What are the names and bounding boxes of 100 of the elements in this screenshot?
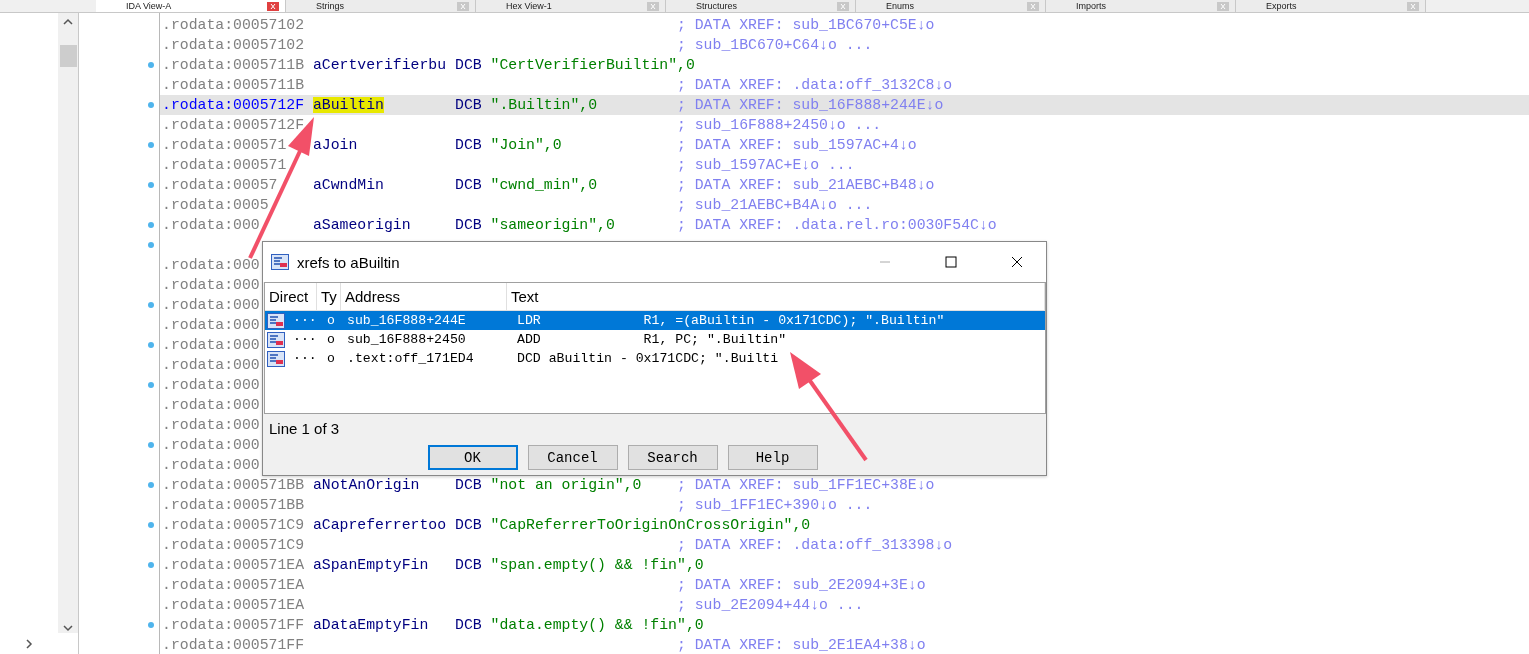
chevron-up-icon[interactable] — [62, 17, 74, 27]
address: .rodata:000 — [162, 377, 260, 393]
address: .rodata:000571FF — [162, 617, 305, 633]
instruction: DCB "not an origin",0 — [455, 476, 643, 495]
dialog-button[interactable]: Cancel — [527, 445, 618, 470]
list-icon — [267, 350, 285, 367]
scrollbar-thumb[interactable] — [59, 45, 77, 67]
chevron-right-icon[interactable] — [23, 639, 35, 649]
direction: ··· — [293, 312, 317, 330]
xref-comment: ; sub_1FF1EC+390↓o ... — [677, 496, 873, 515]
column-header[interactable]: Ty — [317, 283, 341, 310]
column-header[interactable]: Address — [341, 283, 507, 310]
address: .rodata:000 — [162, 457, 260, 473]
dialog-button[interactable]: OK — [427, 445, 518, 470]
list-icon — [271, 254, 289, 270]
maximize-icon — [945, 256, 957, 268]
instruction: DCB "Join",0 — [455, 136, 563, 155]
address: .rodata:00057102 — [162, 37, 305, 53]
xref-row[interactable]: ··· o sub_16F888+2450 ADD R1, PC; ".Builtin" — [265, 330, 1045, 349]
direction: ··· — [293, 350, 317, 368]
tab[interactable]: Enums — [856, 0, 1046, 12]
address: .rodata:000571BB — [162, 497, 305, 513]
instruction: DCB "CapReferrerToOriginOnCrossOrigin",0 — [455, 516, 811, 535]
xref-comment: ; sub_2E2094+44↓o ... — [677, 596, 864, 615]
address: .rodata:000571EA — [162, 597, 305, 613]
xref-comment: ; DATA XREF: sub_2E2094+3E↓o — [677, 576, 926, 595]
label-name: aCapreferrertoo — [312, 517, 447, 533]
label-name: aJoin — [312, 137, 358, 153]
label-name: aSpanEmptyFin — [312, 557, 429, 573]
address: .rodata:000 — [162, 297, 260, 313]
address: .rodata:000 — [162, 337, 260, 353]
label-name: aDataEmptyFin — [312, 617, 429, 633]
address: .rodata:000571 — [162, 157, 287, 173]
list-icon — [267, 312, 285, 329]
label-name: aSameorigin — [312, 217, 411, 233]
xref-row[interactable]: ··· o .text:off_171ED4 DCD aBuiltin - 0x171CDC; ".Builti — [265, 349, 1045, 368]
xref-comment: ; DATA XREF: sub_1BC670+C5E↓o — [677, 16, 935, 35]
xref-address: .text:off_171ED4 — [346, 350, 475, 368]
address: .rodata:0005711B — [162, 57, 305, 73]
xref-comment: ; sub_1BC670+C64↓o ... — [677, 36, 873, 55]
label-name: aNotAnOrigin — [312, 477, 420, 493]
xref-comment: ; sub_16F888+2450↓o ... — [677, 116, 882, 135]
address: .rodata:000571 — [162, 137, 287, 153]
xref-text: ADD R1, PC; ".Builtin" — [516, 331, 788, 349]
instruction: DCB "sameorigin",0 — [455, 216, 616, 235]
xref-comment: ; DATA XREF: .data:off_313398↓o — [677, 536, 953, 555]
address: .rodata:000 — [162, 357, 260, 373]
column-header[interactable]: Text — [507, 283, 1045, 310]
tab[interactable]: Imports — [1046, 0, 1236, 12]
list-icon — [267, 331, 285, 348]
address: .rodata:000571EA — [162, 577, 305, 593]
tab[interactable]: Strings — [286, 0, 476, 12]
type: o — [326, 331, 336, 349]
direction: ··· — [293, 331, 317, 349]
xref-text: DCD aBuiltin - 0x171CDC; ".Builti — [516, 350, 780, 368]
xref-comment: ; DATA XREF: sub_16F888+244E↓o — [677, 96, 944, 115]
dialog-button[interactable]: Search — [627, 445, 718, 470]
address: .rodata:00057102 — [162, 17, 305, 33]
xref-comment: ; DATA XREF: sub_21AEBC+B48↓o — [677, 176, 935, 195]
scrollbar[interactable] — [58, 13, 78, 633]
address: .rodata:000 — [162, 397, 260, 413]
xref-comment: ; DATA XREF: sub_1FF1EC+38E↓o — [677, 476, 935, 495]
close-icon — [1011, 256, 1023, 268]
address: .rodata:000571C9 — [162, 537, 305, 553]
address: .rodata:000 — [162, 437, 260, 453]
status-text: Line 1 of 3 — [269, 420, 340, 437]
dialog-title: xrefs to aBuiltin — [297, 253, 400, 271]
label-name: aCertverifierbu — [312, 57, 447, 73]
xref-text: LDR R1, =(aBuiltin - 0x171CDC); ".Builtin" — [516, 312, 946, 330]
address: .rodata:0005712F — [162, 117, 305, 133]
address: .rodata:00057 — [162, 177, 278, 193]
xref-row[interactable]: ··· o sub_16F888+244E LDR R1, =(aBuiltin - 0x171CDC); ".Builtin" — [265, 311, 1045, 330]
address: .rodata:000 — [162, 277, 260, 293]
close-icon[interactable] — [267, 1, 279, 11]
column-header[interactable]: Direct — [265, 283, 317, 310]
label-name: aCwndMin — [312, 177, 384, 193]
xref-comment: ; sub_21AEBC+B4A↓o ... — [677, 196, 873, 215]
address: .rodata:000571BB — [162, 477, 305, 493]
instruction: DCB "cwnd_min",0 — [455, 176, 599, 195]
tab[interactable]: Structures — [666, 0, 856, 12]
dialog-button[interactable]: Help — [727, 445, 818, 470]
xref-comment: ; DATA XREF: sub_1597AC+4↓o — [677, 136, 917, 155]
address: .rodata:000571C9 — [162, 517, 305, 533]
xref-comment: ; sub_1597AC+E↓o ... — [677, 156, 855, 175]
type: o — [326, 350, 336, 368]
xref-address: sub_16F888+244E — [346, 312, 467, 330]
tab[interactable]: Hex View-1 — [476, 0, 666, 12]
instruction: DCB "data.empty() && !fin",0 — [455, 616, 704, 635]
xref-comment: ; DATA XREF: .data:off_3132C8↓o — [677, 76, 953, 95]
tab[interactable]: Exports — [1236, 0, 1426, 12]
tab[interactable]: IDA View-A — [96, 0, 286, 12]
type: o — [326, 312, 336, 330]
address: .rodata:000 — [162, 317, 260, 333]
address: .rodata:000 — [162, 417, 260, 433]
instruction: DCB "span.empty() && !fin",0 — [455, 556, 704, 575]
chevron-down-icon[interactable] — [62, 623, 74, 633]
xref-comment: ; DATA XREF: sub_2E1EA4+38↓o — [677, 636, 926, 654]
address: .rodata:000571EA — [162, 557, 305, 573]
xref-comment: ; DATA XREF: .data.rel.ro:0030F54C↓o — [677, 216, 997, 235]
address: .rodata:000571FF — [162, 637, 305, 653]
